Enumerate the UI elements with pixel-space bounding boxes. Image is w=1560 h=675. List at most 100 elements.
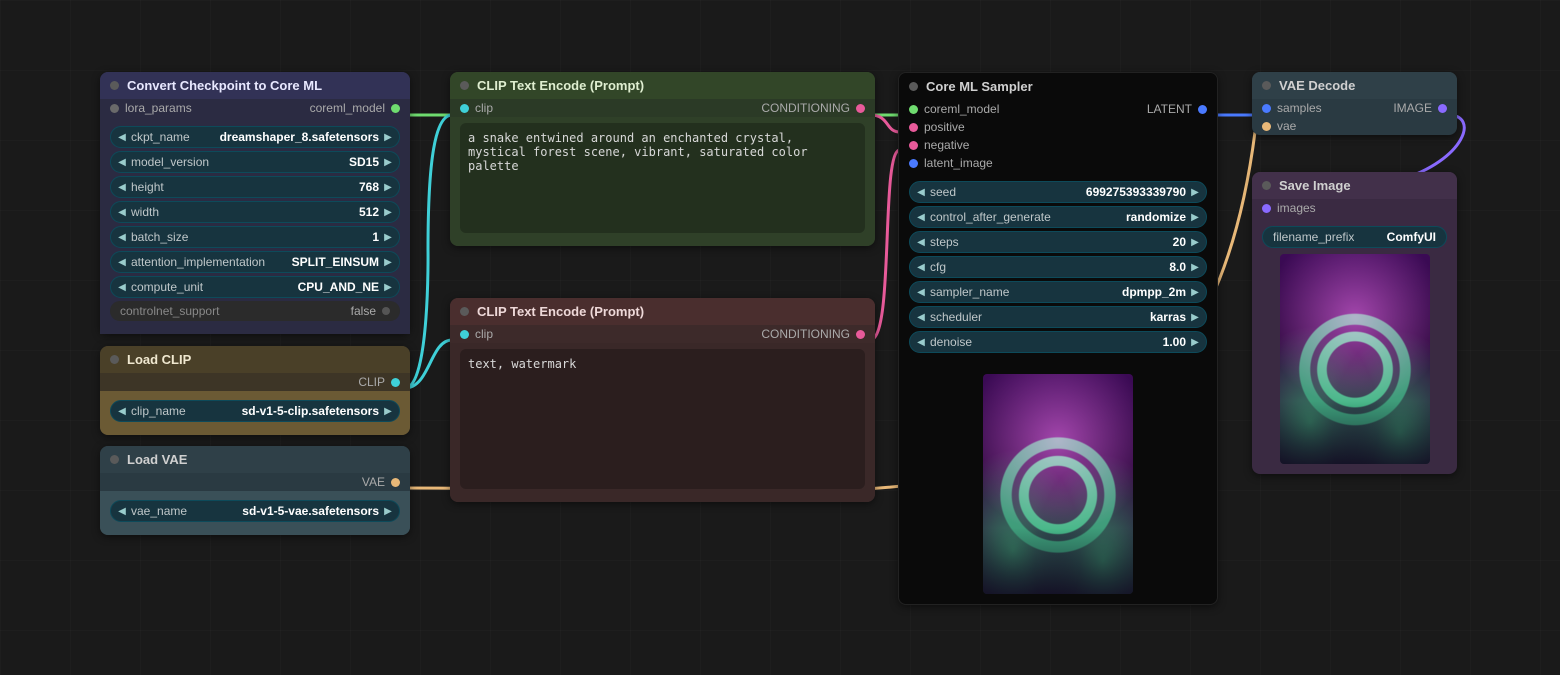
- chevron-right-icon[interactable]: ▶: [383, 157, 393, 168]
- collapse-dot-icon[interactable]: [909, 82, 918, 91]
- node-vae-decode[interactable]: VAE Decode samples IMAGE vae: [1252, 72, 1457, 135]
- chevron-right-icon[interactable]: ▶: [383, 506, 393, 517]
- port-label: CONDITIONING: [761, 327, 850, 341]
- port-in-negative[interactable]: [909, 141, 918, 150]
- port-in-lora-params[interactable]: [110, 104, 119, 113]
- node-load-vae[interactable]: Load VAE VAE ◀ vae_name sd-v1-5-vae.safe…: [100, 446, 410, 535]
- chevron-right-icon[interactable]: ▶: [383, 257, 393, 268]
- node-header[interactable]: CLIP Text Encode (Prompt): [450, 72, 875, 99]
- chevron-left-icon[interactable]: ◀: [117, 132, 127, 143]
- collapse-dot-icon[interactable]: [460, 307, 469, 316]
- chevron-right-icon[interactable]: ▶: [383, 282, 393, 293]
- param-controlnet-support[interactable]: controlnet_supportfalse: [110, 301, 400, 321]
- chevron-left-icon[interactable]: ◀: [117, 182, 127, 193]
- port-out-conditioning[interactable]: [856, 104, 865, 113]
- node-coreml-sampler[interactable]: Core ML Sampler coreml_model LATENT posi…: [898, 72, 1218, 605]
- chevron-left-icon[interactable]: ◀: [117, 257, 127, 268]
- prompt-text-input[interactable]: [460, 349, 865, 489]
- param-sampler-name[interactable]: ◀sampler_namedpmpp_2m▶: [909, 281, 1207, 303]
- param-attention-implementation[interactable]: ◀attention_implementationSPLIT_EINSUM▶: [110, 251, 400, 273]
- chevron-left-icon[interactable]: ◀: [117, 207, 127, 218]
- port-out-image[interactable]: [1438, 104, 1447, 113]
- node-header[interactable]: Core ML Sampler: [899, 73, 1217, 100]
- chevron-right-icon[interactable]: ▶: [1190, 287, 1200, 298]
- param-width[interactable]: ◀width512▶: [110, 201, 400, 223]
- chevron-right-icon[interactable]: ▶: [383, 207, 393, 218]
- param-seed[interactable]: ◀seed699275393339790▶: [909, 181, 1207, 203]
- chevron-left-icon[interactable]: ◀: [916, 262, 926, 273]
- chevron-left-icon[interactable]: ◀: [117, 406, 127, 417]
- node-save-image[interactable]: Save Image images filename_prefix ComfyU…: [1252, 172, 1457, 474]
- chevron-right-icon[interactable]: ▶: [1190, 237, 1200, 248]
- node-clip-text-encode-positive[interactable]: CLIP Text Encode (Prompt) clip CONDITION…: [450, 72, 875, 246]
- port-in-images[interactable]: [1262, 204, 1271, 213]
- port-in-vae[interactable]: [1262, 122, 1271, 131]
- param-filename-prefix[interactable]: filename_prefix ComfyUI: [1262, 226, 1447, 248]
- node-header[interactable]: Load CLIP: [100, 346, 410, 373]
- port-in-samples[interactable]: [1262, 104, 1271, 113]
- param-control-after-generate[interactable]: ◀control_after_generaterandomize▶: [909, 206, 1207, 228]
- param-steps[interactable]: ◀steps20▶: [909, 231, 1207, 253]
- chevron-left-icon[interactable]: ◀: [117, 157, 127, 168]
- port-out-vae[interactable]: [391, 478, 400, 487]
- port-label: CLIP: [358, 375, 385, 389]
- port-out-coreml-model[interactable]: [391, 104, 400, 113]
- chevron-left-icon[interactable]: ◀: [916, 312, 926, 323]
- param-ckpt-name[interactable]: ◀ckpt_namedreamshaper_8.safetensors▶: [110, 126, 400, 148]
- collapse-dot-icon[interactable]: [1262, 181, 1271, 190]
- chevron-right-icon[interactable]: ▶: [1190, 262, 1200, 273]
- chevron-left-icon[interactable]: ◀: [117, 506, 127, 517]
- collapse-dot-icon[interactable]: [460, 81, 469, 90]
- chevron-left-icon[interactable]: ◀: [916, 212, 926, 223]
- chevron-left-icon[interactable]: ◀: [916, 337, 926, 348]
- chevron-right-icon[interactable]: ▶: [1190, 212, 1200, 223]
- chevron-right-icon[interactable]: ▶: [1190, 337, 1200, 348]
- node-header[interactable]: Convert Checkpoint to Core ML: [100, 72, 410, 99]
- port-in-clip[interactable]: [460, 330, 469, 339]
- param-scheduler[interactable]: ◀schedulerkarras▶: [909, 306, 1207, 328]
- chevron-right-icon[interactable]: ▶: [1190, 312, 1200, 323]
- node-header[interactable]: VAE Decode: [1252, 72, 1457, 99]
- port-out-clip[interactable]: [391, 378, 400, 387]
- node-title: Core ML Sampler: [926, 79, 1033, 94]
- param-vae-name[interactable]: ◀ vae_name sd-v1-5-vae.safetensors ▶: [110, 500, 400, 522]
- collapse-dot-icon[interactable]: [110, 455, 119, 464]
- node-title: Load CLIP: [127, 352, 191, 367]
- chevron-right-icon[interactable]: ▶: [383, 406, 393, 417]
- chevron-left-icon[interactable]: ◀: [916, 187, 926, 198]
- node-clip-text-encode-negative[interactable]: CLIP Text Encode (Prompt) clip CONDITION…: [450, 298, 875, 502]
- node-title: VAE Decode: [1279, 78, 1355, 93]
- port-in-clip[interactable]: [460, 104, 469, 113]
- collapse-dot-icon[interactable]: [110, 355, 119, 364]
- param-clip-name[interactable]: ◀ clip_name sd-v1-5-clip.safetensors ▶: [110, 400, 400, 422]
- toggle-dot-icon[interactable]: [382, 307, 390, 315]
- chevron-left-icon[interactable]: ◀: [916, 237, 926, 248]
- node-load-clip[interactable]: Load CLIP CLIP ◀ clip_name sd-v1-5-clip.…: [100, 346, 410, 435]
- port-out-conditioning[interactable]: [856, 330, 865, 339]
- collapse-dot-icon[interactable]: [110, 81, 119, 90]
- port-in-coreml-model[interactable]: [909, 105, 918, 114]
- prompt-text-input[interactable]: [460, 123, 865, 233]
- port-in-positive[interactable]: [909, 123, 918, 132]
- node-header[interactable]: Save Image: [1252, 172, 1457, 199]
- node-title: CLIP Text Encode (Prompt): [477, 304, 644, 319]
- node-header[interactable]: CLIP Text Encode (Prompt): [450, 298, 875, 325]
- param-model-version[interactable]: ◀model_versionSD15▶: [110, 151, 400, 173]
- param-cfg[interactable]: ◀cfg8.0▶: [909, 256, 1207, 278]
- chevron-right-icon[interactable]: ▶: [1190, 187, 1200, 198]
- node-header[interactable]: Load VAE: [100, 446, 410, 473]
- node-convert-checkpoint[interactable]: Convert Checkpoint to Core ML lora_param…: [100, 72, 410, 334]
- chevron-right-icon[interactable]: ▶: [383, 232, 393, 243]
- chevron-left-icon[interactable]: ◀: [117, 232, 127, 243]
- param-batch-size[interactable]: ◀batch_size1▶: [110, 226, 400, 248]
- param-height[interactable]: ◀height768▶: [110, 176, 400, 198]
- param-denoise[interactable]: ◀denoise1.00▶: [909, 331, 1207, 353]
- port-in-latent-image[interactable]: [909, 159, 918, 168]
- chevron-left-icon[interactable]: ◀: [916, 287, 926, 298]
- collapse-dot-icon[interactable]: [1262, 81, 1271, 90]
- param-compute-unit[interactable]: ◀compute_unitCPU_AND_NE▶: [110, 276, 400, 298]
- chevron-right-icon[interactable]: ▶: [383, 182, 393, 193]
- chevron-left-icon[interactable]: ◀: [117, 282, 127, 293]
- port-out-latent[interactable]: [1198, 105, 1207, 114]
- chevron-right-icon[interactable]: ▶: [383, 132, 393, 143]
